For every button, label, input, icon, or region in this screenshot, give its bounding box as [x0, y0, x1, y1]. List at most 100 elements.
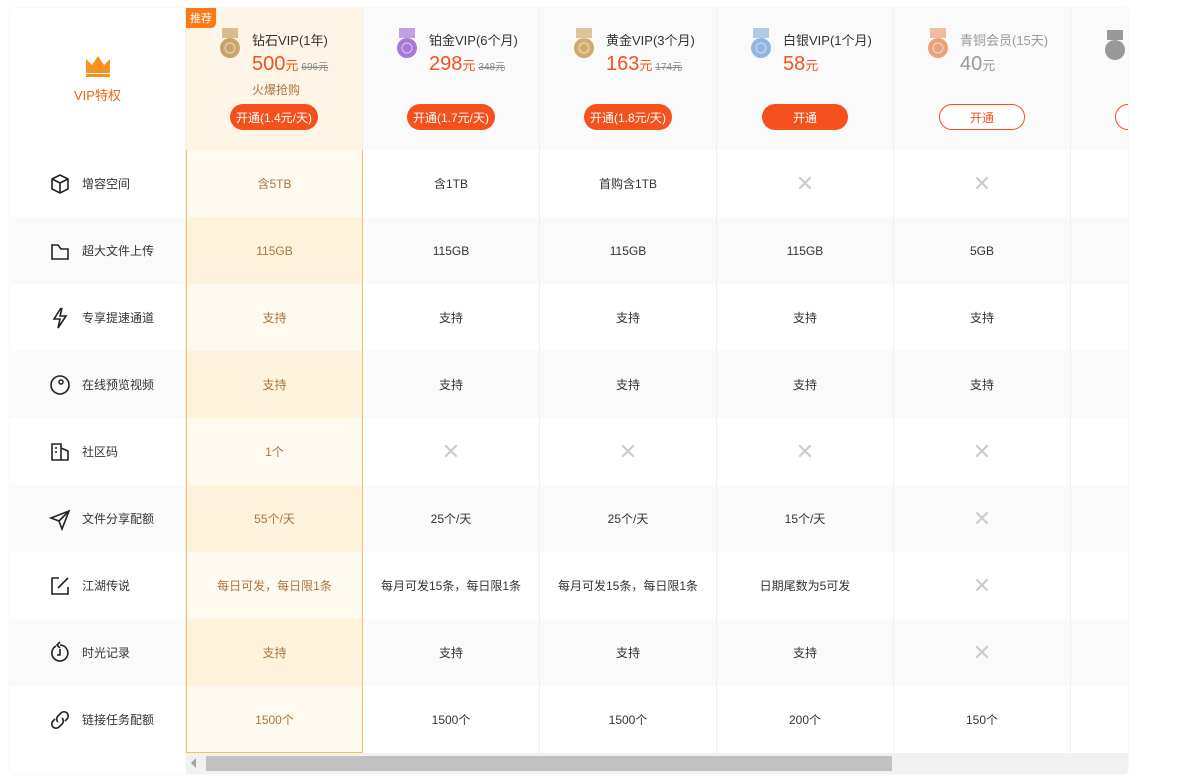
plan-column: 青铜会员(15天)40元开通✕5GB支持支持✕✕✕✕150个	[894, 8, 1071, 753]
feature-label: 增容空间	[10, 150, 186, 217]
medal-icon	[570, 28, 598, 64]
not-included-icon: ✕	[796, 171, 814, 197]
feature-value: 支持	[186, 351, 363, 418]
not-included-icon: ✕	[973, 439, 991, 465]
feature-label: 时光记录	[10, 619, 186, 686]
feature-value: 支持	[540, 619, 717, 686]
feature-value: ✕	[894, 552, 1071, 619]
feature-label-column: VIP特权增容空间超大文件上传专享提速通道在线预览视频社区码文件分享配额江湖传说…	[10, 8, 186, 753]
hot-sale-label: 火爆抢购	[252, 81, 328, 98]
medal-icon	[216, 28, 244, 64]
feature-value: ✕	[894, 485, 1071, 552]
plan-price: 40元	[960, 53, 1048, 76]
not-included-icon: ✕	[973, 506, 991, 532]
original-price: 348元	[478, 62, 505, 73]
not-included-icon: ✕	[973, 171, 991, 197]
medal-icon	[924, 28, 952, 64]
feature-label: 专享提速通道	[10, 284, 186, 351]
plan-price: 500元696元	[252, 53, 328, 76]
plan-header: 铂金VIP(6个月) 298元348元开通(1.7元/天)	[363, 8, 540, 150]
plan-name: 青铜会员(15天)	[960, 30, 1048, 49]
feature-value: 1500个	[540, 686, 717, 753]
feature-value: 1500个	[363, 686, 540, 753]
not-included-icon: ✕	[442, 439, 460, 465]
feature-label: 在线预览视频	[10, 351, 186, 418]
feature-value: 每月可发15条，每日限1条	[363, 552, 540, 619]
subscribe-button[interactable]: 开通	[939, 104, 1025, 130]
not-included-icon: ✕	[973, 573, 991, 599]
feature-value: 日期尾数为5可发	[717, 552, 894, 619]
horizontal-scrollbar[interactable]	[186, 753, 1128, 774]
feature-value: 5GB	[894, 217, 1071, 284]
medal-icon	[747, 28, 775, 64]
scroll-left-arrow-icon[interactable]	[191, 758, 196, 768]
feature-label: 社区码	[10, 418, 186, 485]
feature-value: 支持	[717, 284, 894, 351]
feature-value: 115GB	[186, 217, 363, 284]
plan-column: 黄金VIP(3个月)163元174元开通(1.8元/天)首购含1TB115GB支…	[540, 8, 717, 753]
plan-header: 青铜会员(15天) 40元开通	[894, 8, 1071, 150]
feature-value: 支持	[717, 351, 894, 418]
feature-value: ✕	[894, 619, 1071, 686]
feature-value: ✕	[717, 150, 894, 217]
feature-value: 支持	[363, 284, 540, 351]
history-icon	[48, 641, 72, 665]
plan-name: 白银VIP(1个月)	[783, 30, 872, 49]
feature-label: 江湖传说	[10, 552, 186, 619]
plan-column-partial	[1071, 8, 1128, 753]
cube-icon	[48, 172, 72, 196]
feature-value: ✕	[894, 150, 1071, 217]
feature-value: 首购含1TB	[540, 150, 717, 217]
feature-value: 150个	[894, 686, 1071, 753]
original-price: 174元	[655, 62, 682, 73]
vip-comparison-table: VIP特权增容空间超大文件上传专享提速通道在线预览视频社区码文件分享配额江湖传说…	[10, 8, 1128, 774]
feature-value: 115GB	[540, 217, 717, 284]
plan-name: 钻石VIP(1年)	[252, 30, 328, 49]
feature-value: 支持	[894, 284, 1071, 351]
plan-column: 铂金VIP(6个月)298元348元开通(1.7元/天)含1TB115GB支持支…	[363, 8, 540, 753]
feature-value: 200个	[717, 686, 894, 753]
feature-value: 含1TB	[363, 150, 540, 217]
feature-value: 115GB	[363, 217, 540, 284]
plan-column: 推荐钻石VIP(1年) 500元696元火爆抢购开通(1.4元/天) 含5TB115…	[186, 8, 363, 753]
not-included-icon: ✕	[796, 439, 814, 465]
not-included-icon: ✕	[619, 439, 637, 465]
subscribe-button[interactable]: 开通(1.4元/天)	[230, 104, 318, 130]
plan-price: 298元348元	[429, 53, 518, 76]
recommended-badge: 推荐	[186, 8, 216, 28]
feature-value: 115GB	[717, 217, 894, 284]
link-icon	[48, 708, 72, 732]
feature-value: 支持	[717, 619, 894, 686]
subscribe-button[interactable]: 开通	[762, 104, 848, 130]
subscribe-button[interactable]: 开通(1.7元/天)	[407, 104, 495, 130]
feature-value: 每月可发15条，每日限1条	[540, 552, 717, 619]
community-icon	[48, 440, 72, 464]
feature-value: ✕	[717, 418, 894, 485]
scrollbar-thumb[interactable]	[206, 756, 892, 771]
play-disc-icon	[48, 373, 72, 397]
feature-value: 含5TB	[186, 150, 363, 217]
feature-value: ✕	[540, 418, 717, 485]
folder-icon	[48, 239, 72, 263]
plan-header: 白银VIP(1个月)58元开通	[717, 8, 894, 150]
send-icon	[48, 507, 72, 531]
medal-icon	[393, 28, 421, 64]
not-included-icon: ✕	[973, 640, 991, 666]
feature-value: 55个/天	[186, 485, 363, 552]
feature-value: 支持	[186, 284, 363, 351]
lightning-icon	[48, 306, 72, 330]
plan-price: 163元174元	[606, 53, 695, 76]
feature-value: ✕	[894, 418, 1071, 485]
crown-icon	[85, 55, 111, 77]
plan-header: 黄金VIP(3个月)163元174元开通(1.8元/天)	[540, 8, 717, 150]
feature-label: 链接任务配额	[10, 686, 186, 753]
feature-value: 支持	[363, 619, 540, 686]
medal-icon	[1101, 30, 1128, 66]
plan-header: 推荐钻石VIP(1年) 500元696元火爆抢购开通(1.4元/天)	[186, 8, 363, 150]
plan-column: 白银VIP(1个月)58元开通✕115GB支持支持✕15个/天日期尾数为5可发支…	[717, 8, 894, 753]
feature-value: 1500个	[186, 686, 363, 753]
feature-value: 支持	[186, 619, 363, 686]
subscribe-button[interactable]	[1115, 104, 1128, 130]
plan-name: 铂金VIP(6个月)	[429, 30, 518, 49]
subscribe-button[interactable]: 开通(1.8元/天)	[584, 104, 672, 130]
